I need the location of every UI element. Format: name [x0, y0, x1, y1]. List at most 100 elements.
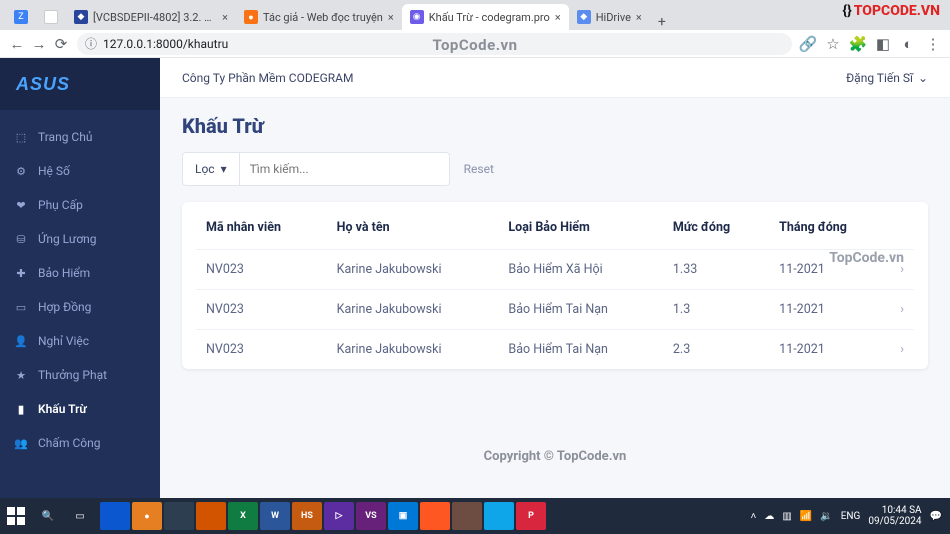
taskbar-app[interactable]: X — [228, 502, 258, 530]
new-tab-button[interactable]: + — [650, 14, 674, 30]
home-icon: ⬚ — [14, 131, 28, 144]
taskbar-app[interactable]: P — [516, 502, 546, 530]
tray-clock[interactable]: 10:44 SA 09/05/2024 — [868, 505, 921, 527]
tray-cloud-icon[interactable]: ☁ — [764, 511, 774, 522]
sidebar-item-nghiviec[interactable]: 👤 Nghỉ Việc — [0, 324, 160, 358]
taskbar: 🔍 ▭ ● XWHS▷VS▣ P ˄ ☁ ▥ 📶 🔉 ENG 10:44 SA 09… — [0, 498, 950, 534]
sidebar-item-chamcong[interactable]: 👥Chấm Công — [0, 426, 160, 460]
taskbar-app[interactable]: HS — [292, 502, 322, 530]
data-table: Mã nhân viên Họ và tên Loại Bảo Hiểm Mức… — [182, 202, 928, 369]
sidebar-item-label: Nghỉ Việc — [38, 334, 89, 348]
table-row[interactable]: NV023 Karine Jakubowski Bảo Hiểm Xã Hội … — [196, 250, 914, 290]
table-row[interactable]: NV023 Karine Jakubowski Bảo Hiểm Tai Nạn… — [196, 330, 914, 370]
tab-tacgia[interactable]: ● Tác giả - Web đọc truyện × — [236, 4, 402, 30]
tab-khautru[interactable]: ◉ Khấu Trừ - codegram.pro × — [402, 4, 569, 30]
site-info-icon[interactable]: ⓘ — [85, 35, 97, 52]
sidebar-item-phucap[interactable]: ❤Phụ Cấp — [0, 188, 160, 222]
users-icon: 👥 — [14, 437, 28, 450]
doc-icon: ▭ — [14, 301, 28, 314]
cell-ten: Karine Jakubowski — [327, 250, 499, 290]
forward-button[interactable]: → — [28, 33, 50, 55]
sidebar-item-hopdong[interactable]: ▭Hợp Đồng — [0, 290, 160, 324]
table-row[interactable]: NV023 Karine Jakubowski Bảo Hiểm Tai Nạn… — [196, 290, 914, 330]
cell-muc: 1.3 — [663, 290, 769, 330]
chevron-right-icon[interactable]: › — [890, 290, 914, 330]
favicon: Z — [14, 10, 28, 24]
extension-2-icon[interactable]: ◧ — [872, 33, 894, 55]
address-bar-row: ← → ⟳ ⓘ 127.0.0.1:8000/khautru TopCode.v… — [0, 30, 950, 58]
cell-ten: Karine Jakubowski — [327, 290, 499, 330]
search-button[interactable]: 🔍 — [32, 498, 64, 534]
task-view-button[interactable]: ▭ — [64, 498, 96, 534]
tray-lang[interactable]: ENG — [841, 511, 861, 522]
user-menu[interactable]: Đặng Tiến Sĩ ⌄ — [846, 71, 928, 85]
taskbar-app[interactable] — [196, 502, 226, 530]
tray-chevron-icon[interactable]: ˄ — [750, 511, 756, 522]
close-icon[interactable]: × — [555, 11, 561, 24]
company-name: Công Ty Phần Mềm CODEGRAM — [182, 71, 353, 85]
tab-title: HiDrive — [596, 11, 631, 24]
start-button[interactable] — [0, 498, 32, 534]
sidebar: ASUS ⬚ Trang Chủ ⚙Hệ Số ❤Phụ Cấp ⛁Ứng Lươ… — [0, 58, 160, 498]
taskbar-app[interactable] — [164, 502, 194, 530]
taskbar-app[interactable]: W — [260, 502, 290, 530]
tray-notifications-icon[interactable]: 💬 — [930, 511, 942, 522]
url-box[interactable]: ⓘ 127.0.0.1:8000/khautru — [77, 33, 792, 55]
cell-ma: NV023 — [196, 330, 327, 370]
extension-icon[interactable]: 🧩 — [847, 33, 869, 55]
close-icon[interactable]: × — [388, 11, 394, 24]
taskbar-app[interactable] — [484, 502, 514, 530]
taskbar-app[interactable] — [420, 502, 450, 530]
tray-volume-icon[interactable]: 🔉 — [820, 511, 832, 522]
close-icon[interactable]: × — [636, 11, 642, 24]
filter-dropdown[interactable]: Lọc ▾ — [182, 152, 240, 186]
chevron-right-icon[interactable]: › — [890, 330, 914, 370]
tab-pinned-1[interactable]: Z — [6, 4, 36, 30]
search-input[interactable] — [240, 152, 450, 186]
tray-wifi-icon[interactable]: 📶 — [800, 511, 812, 522]
tray-battery-icon[interactable]: ▥ — [782, 511, 791, 522]
cell-loai: Bảo Hiểm Tai Nạn — [498, 290, 663, 330]
favicon: ⠿ — [44, 10, 58, 24]
tab-jira[interactable]: ◆ [VCBSDEPII-4802] 3.2. Xử lý gán… × — [66, 4, 236, 30]
bookmark-icon: ▮ — [14, 403, 28, 416]
sidebar-item-baohiem[interactable]: ✚Bảo Hiểm — [0, 256, 160, 290]
col-loai: Loại Bảo Hiểm — [498, 208, 663, 250]
topbar: Công Ty Phần Mềm CODEGRAM Đặng Tiến Sĩ ⌄ — [160, 58, 950, 98]
sidebar-item-thuongphat[interactable]: ★Thưởng Phạt — [0, 358, 160, 392]
tab-hidrive[interactable]: ◆ HiDrive × — [569, 4, 650, 30]
taskbar-app[interactable] — [452, 502, 482, 530]
sidebar-item-heso[interactable]: ⚙Hệ Số — [0, 154, 160, 188]
col-ten: Họ và tên — [327, 208, 499, 250]
reset-button[interactable]: Reset — [464, 162, 494, 176]
favicon: ◆ — [74, 10, 88, 24]
cell-muc: 1.33 — [663, 250, 769, 290]
taskbar-app[interactable]: VS — [356, 502, 386, 530]
close-icon[interactable]: × — [222, 11, 228, 24]
sidebar-item-ungluong[interactable]: ⛁Ứng Lương — [0, 222, 160, 256]
cell-ma: NV023 — [196, 290, 327, 330]
sidebar-item-label: Trang Chủ — [38, 130, 92, 144]
sidebar-item-label: Ứng Lương — [38, 232, 97, 246]
taskbar-app[interactable]: ▣ — [388, 502, 418, 530]
favicon: ◉ — [410, 10, 424, 24]
profile-avatar[interactable]: ◐ — [897, 33, 919, 55]
sidebar-item-khautru[interactable]: ▮Khấu Trừ — [0, 392, 160, 426]
user-icon: 👤 — [14, 335, 28, 348]
link-icon[interactable]: 🔗 — [797, 33, 819, 55]
taskbar-app[interactable] — [100, 502, 130, 530]
taskbar-app[interactable]: ● — [132, 502, 162, 530]
cell-muc: 2.3 — [663, 330, 769, 370]
sidebar-item-label: Thưởng Phạt — [38, 368, 107, 382]
favicon: ◆ — [577, 10, 591, 24]
menu-icon[interactable]: ⋮ — [922, 33, 944, 55]
brand-logo[interactable]: ASUS — [0, 58, 160, 110]
page-title: Khấu Trừ — [182, 114, 928, 138]
reload-button[interactable]: ⟳ — [50, 33, 72, 55]
taskbar-app[interactable]: ▷ — [324, 502, 354, 530]
sidebar-item-home[interactable]: ⬚ Trang Chủ — [0, 120, 160, 154]
back-button[interactable]: ← — [6, 33, 28, 55]
cell-thang: 11-2021 — [769, 290, 890, 330]
tab-pinned-2[interactable]: ⠿ — [36, 4, 66, 30]
bookmark-icon[interactable]: ☆ — [822, 33, 844, 55]
